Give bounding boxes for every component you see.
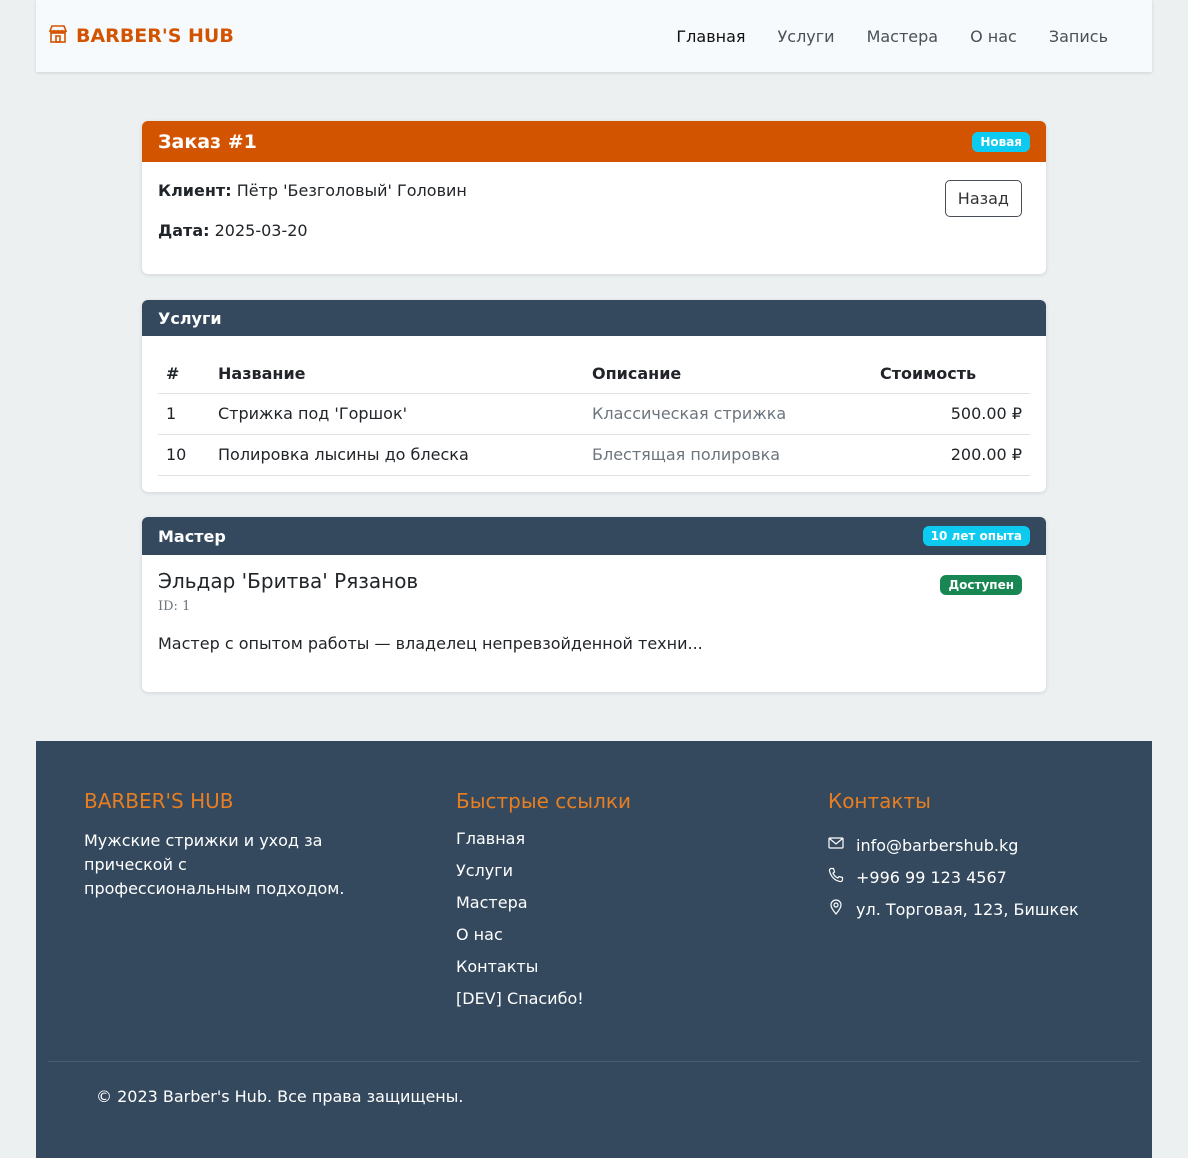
master-header: Мастер 10 лет опыта <box>142 517 1046 555</box>
service-price: 500.00 ₽ <box>872 393 1030 435</box>
footer-brand-title: BARBER'S HUB <box>84 789 234 813</box>
contact-address: ул. Торговая, 123, Бишкек <box>828 893 1079 925</box>
date-line: Дата: 2025-03-20 <box>158 220 1030 242</box>
service-description: Блестящая полировка <box>584 434 872 476</box>
service-description: Классическая стрижка <box>584 393 872 435</box>
phone-icon <box>828 867 856 887</box>
nav-link-masters[interactable]: Мастера <box>851 19 955 54</box>
footer: BARBER'S HUB Мужские стрижки и уход за п… <box>36 741 1152 1158</box>
contact-email-text: info@barbershub.kg <box>856 835 1019 855</box>
col-number: # <box>158 354 210 394</box>
nav-link-home[interactable]: Главная <box>660 19 761 54</box>
location-pin-icon <box>828 899 856 919</box>
footer-divider <box>48 1061 1140 1062</box>
master-name: Эльдар 'Бритва' Рязанов <box>158 569 419 593</box>
date-value: 2025-03-20 <box>214 221 308 240</box>
footer-about: BARBER'S HUB Мужские стрижки и уход за п… <box>84 789 354 901</box>
col-description: Описание <box>584 354 872 394</box>
col-price: Стоимость <box>872 354 1030 394</box>
order-body: Клиент: Пётр 'Безголовый' Головин Дата: … <box>142 162 1046 274</box>
services-table: # Название Описание Стоимость 1 Стрижка … <box>158 354 1030 476</box>
nav-link-about[interactable]: О нас <box>954 19 1033 54</box>
order-status-badge: Новая <box>972 131 1030 152</box>
order-header: Заказ #1 Новая <box>142 121 1046 162</box>
services-body: # Название Описание Стоимость 1 Стрижка … <box>142 336 1046 492</box>
master-title: Мастер <box>158 526 226 546</box>
client-value: Пётр 'Безголовый' Головин <box>236 181 467 200</box>
envelope-icon <box>828 835 856 855</box>
footer-link-services[interactable]: Услуги <box>456 861 631 893</box>
services-card: Услуги # Название Описание Стоимость 1 С… <box>142 300 1046 492</box>
master-id: ID: 1 <box>158 599 191 614</box>
client-label: Клиент: <box>158 181 232 200</box>
date-label: Дата: <box>158 221 210 240</box>
available-badge: Доступен <box>940 575 1022 595</box>
footer-link-about[interactable]: О нас <box>456 925 631 957</box>
master-description: Мастер с опытом работы — владелец непрев… <box>158 634 703 653</box>
services-header: Услуги <box>142 300 1046 336</box>
nav-link-services[interactable]: Услуги <box>762 19 851 54</box>
contact-email: info@barbershub.kg <box>828 829 1079 861</box>
footer-link-contacts[interactable]: Контакты <box>456 957 631 989</box>
service-price: 200.00 ₽ <box>872 434 1030 476</box>
nav-links: Главная Услуги Мастера О нас Запись <box>660 19 1124 54</box>
contact-phone-text: +996 99 123 4567 <box>856 867 1007 887</box>
service-id: 10 <box>158 434 210 476</box>
footer-quick-links: Быстрые ссылки Главная Услуги Мастера О … <box>456 789 631 1021</box>
footer-contacts-title: Контакты <box>828 789 931 813</box>
footer-copyright: © 2023 Barber's Hub. Все права защищены. <box>96 1087 464 1106</box>
brand-name: BARBER'S HUB <box>76 25 234 47</box>
footer-link-dev-thanks[interactable]: [DEV] Спасибо! <box>456 989 631 1021</box>
footer-brand-text: Мужские стрижки и уход за прической с пр… <box>84 831 345 898</box>
footer-links-title: Быстрые ссылки <box>456 789 631 813</box>
table-header-row: # Название Описание Стоимость <box>158 354 1030 394</box>
order-title: Заказ #1 <box>158 130 257 153</box>
footer-contacts: Контакты info@barbershub.kg +996 99 123 … <box>828 789 1079 925</box>
client-line: Клиент: Пётр 'Безголовый' Головин <box>158 180 1030 202</box>
table-row: 10 Полировка лысины до блеска Блестящая … <box>158 434 1030 476</box>
brand-logo[interactable]: BARBER'S HUB <box>48 24 234 49</box>
master-body: Эльдар 'Бритва' Рязанов ID: 1 Мастер с о… <box>142 555 1046 692</box>
contact-address-text: ул. Торговая, 123, Бишкек <box>856 899 1079 919</box>
table-row: 1 Стрижка под 'Горшок' Классическая стри… <box>158 393 1030 435</box>
services-title: Услуги <box>158 308 222 328</box>
footer-link-home[interactable]: Главная <box>456 829 631 861</box>
service-name: Стрижка под 'Горшок' <box>210 393 584 435</box>
service-name: Полировка лысины до блеска <box>210 434 584 476</box>
shop-icon <box>48 24 68 49</box>
contact-phone: +996 99 123 4567 <box>828 861 1079 893</box>
navbar: BARBER'S HUB Главная Услуги Мастера О на… <box>36 0 1152 72</box>
nav-link-booking[interactable]: Запись <box>1033 19 1124 54</box>
experience-badge: 10 лет опыта <box>922 526 1030 546</box>
footer-link-masters[interactable]: Мастера <box>456 893 631 925</box>
service-id: 1 <box>158 393 210 435</box>
order-card: Заказ #1 Новая Клиент: Пётр 'Безголовый'… <box>142 121 1046 274</box>
col-name: Название <box>210 354 584 394</box>
back-button[interactable]: Назад <box>944 180 1022 217</box>
master-card: Мастер 10 лет опыта Эльдар 'Бритва' Ряза… <box>142 517 1046 692</box>
